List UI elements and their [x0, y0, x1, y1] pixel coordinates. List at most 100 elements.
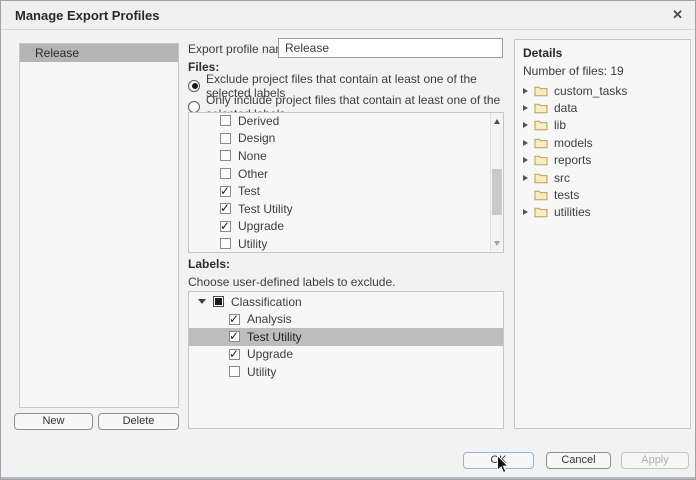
- profile-list-item[interactable]: Release: [20, 44, 178, 62]
- folder-icon: [534, 119, 548, 131]
- expand-arrow-icon[interactable]: [523, 140, 528, 146]
- window-bottom-edge: [1, 477, 695, 479]
- checkbox-icon[interactable]: [220, 221, 231, 232]
- folder-label: models: [554, 136, 593, 150]
- labels-subheading: Choose user-defined labels to exclude.: [188, 275, 395, 289]
- files-listbox[interactable]: Derived Design None Other Test Test Util…: [188, 112, 504, 253]
- folder-icon: [534, 85, 548, 97]
- radio-icon[interactable]: [188, 80, 200, 92]
- folder-tree-row[interactable]: data: [515, 99, 690, 116]
- file-label-text: Utility: [238, 237, 267, 251]
- collapse-arrow-icon[interactable]: [198, 299, 206, 304]
- checkbox-icon[interactable]: [220, 203, 231, 214]
- folder-icon: [534, 172, 548, 184]
- expand-arrow-icon[interactable]: [523, 175, 528, 181]
- file-label-text: Derived: [238, 114, 279, 128]
- files-radio-group: Exclude project files that contain at le…: [188, 75, 504, 117]
- profile-label: Release: [35, 46, 79, 60]
- file-label-row[interactable]: Test Utility: [189, 200, 490, 218]
- file-label-row[interactable]: Other: [189, 165, 490, 183]
- file-label-row[interactable]: Utility: [189, 235, 490, 253]
- labels-tree[interactable]: Classification Analysis Test Utility Upg…: [188, 291, 504, 429]
- checkbox-icon[interactable]: [220, 186, 231, 197]
- folder-tree-row[interactable]: reports: [515, 152, 690, 169]
- folder-tree-row[interactable]: lib: [515, 117, 690, 134]
- folder-tree-row[interactable]: src: [515, 169, 690, 186]
- tree-item-label: Classification: [231, 295, 302, 309]
- delete-button[interactable]: Delete: [98, 413, 179, 430]
- title-bar: Manage Export Profiles ✕: [1, 1, 695, 30]
- tree-child-row[interactable]: Utility: [189, 363, 503, 381]
- checkbox-icon[interactable]: [220, 238, 231, 249]
- details-panel: Details Number of files: 19 custom_tasks…: [514, 39, 691, 429]
- scroll-thumb[interactable]: [492, 169, 502, 215]
- new-button[interactable]: New: [14, 413, 93, 430]
- file-label-row[interactable]: None: [189, 147, 490, 165]
- export-profile-name-input[interactable]: [278, 38, 503, 58]
- file-label-row[interactable]: Derived: [189, 112, 490, 130]
- file-label-text: Test Utility: [238, 202, 293, 216]
- checkbox-icon[interactable]: [213, 296, 224, 307]
- folder-icon: [534, 189, 548, 201]
- tree-child-label: Test Utility: [247, 330, 302, 344]
- folder-icon: [534, 154, 548, 166]
- tree-child-row[interactable]: Upgrade: [189, 346, 503, 364]
- folder-tree-row[interactable]: custom_tasks: [515, 82, 690, 99]
- expand-arrow-icon[interactable]: [523, 122, 528, 128]
- checkbox-icon[interactable]: [229, 314, 240, 325]
- file-label-text: Other: [238, 167, 268, 181]
- mouse-cursor-icon: [496, 455, 510, 475]
- checkbox-icon[interactable]: [229, 331, 240, 342]
- expand-arrow-icon[interactable]: [523, 209, 528, 215]
- folder-tree-row[interactable]: tests: [515, 186, 690, 203]
- tree-child-row[interactable]: Analysis: [189, 311, 503, 329]
- folder-label: utilities: [554, 205, 591, 219]
- folder-icon: [534, 137, 548, 149]
- file-count-label: Number of files: 19: [523, 64, 624, 78]
- folder-icon: [534, 206, 548, 218]
- expand-arrow-icon[interactable]: [523, 157, 528, 163]
- file-label-text: Upgrade: [238, 219, 284, 233]
- expand-arrow-icon[interactable]: [523, 88, 528, 94]
- scroll-up-icon[interactable]: [494, 119, 500, 124]
- folder-tree-row[interactable]: utilities: [515, 204, 690, 221]
- checkbox-icon[interactable]: [220, 150, 231, 161]
- tree-child-label: Analysis: [247, 312, 292, 326]
- tree-child-label: Utility: [247, 365, 276, 379]
- file-label-row[interactable]: Design: [189, 130, 490, 148]
- expand-arrow-icon[interactable]: [523, 105, 528, 111]
- details-folder-tree[interactable]: custom_tasks data lib models reports: [515, 82, 690, 221]
- tree-item-classification[interactable]: Classification: [189, 293, 503, 311]
- details-heading: Details: [523, 46, 562, 60]
- file-label-row[interactable]: Upgrade: [189, 218, 490, 236]
- tree-child-label: Upgrade: [247, 347, 293, 361]
- folder-label: src: [554, 171, 570, 185]
- folder-icon: [534, 102, 548, 114]
- folder-label: lib: [554, 118, 566, 132]
- profiles-list[interactable]: Release: [19, 43, 179, 408]
- checkbox-icon[interactable]: [220, 168, 231, 179]
- apply-button[interactable]: Apply: [621, 452, 689, 469]
- manage-export-profiles-dialog: Manage Export Profiles ✕ Release New Del…: [0, 0, 696, 480]
- close-icon[interactable]: ✕: [672, 7, 683, 23]
- file-label-text: None: [238, 149, 267, 163]
- checkbox-icon[interactable]: [229, 349, 240, 360]
- folder-label: reports: [554, 153, 591, 167]
- checkbox-icon[interactable]: [220, 115, 231, 126]
- files-scrollbar[interactable]: [490, 113, 503, 252]
- radio-icon[interactable]: [188, 101, 200, 113]
- file-label-text: Design: [238, 131, 275, 145]
- dialog-title: Manage Export Profiles: [15, 8, 159, 23]
- folder-label: tests: [554, 188, 579, 202]
- file-label-text: Test: [238, 184, 260, 198]
- folder-label: data: [554, 101, 577, 115]
- scroll-down-icon[interactable]: [494, 241, 500, 246]
- cancel-button[interactable]: Cancel: [546, 452, 611, 469]
- labels-heading: Labels:: [188, 257, 230, 271]
- checkbox-icon[interactable]: [229, 366, 240, 377]
- folder-label: custom_tasks: [554, 84, 627, 98]
- checkbox-icon[interactable]: [220, 133, 231, 144]
- folder-tree-row[interactable]: models: [515, 134, 690, 151]
- file-label-row[interactable]: Test: [189, 182, 490, 200]
- tree-child-row[interactable]: Test Utility: [189, 328, 503, 346]
